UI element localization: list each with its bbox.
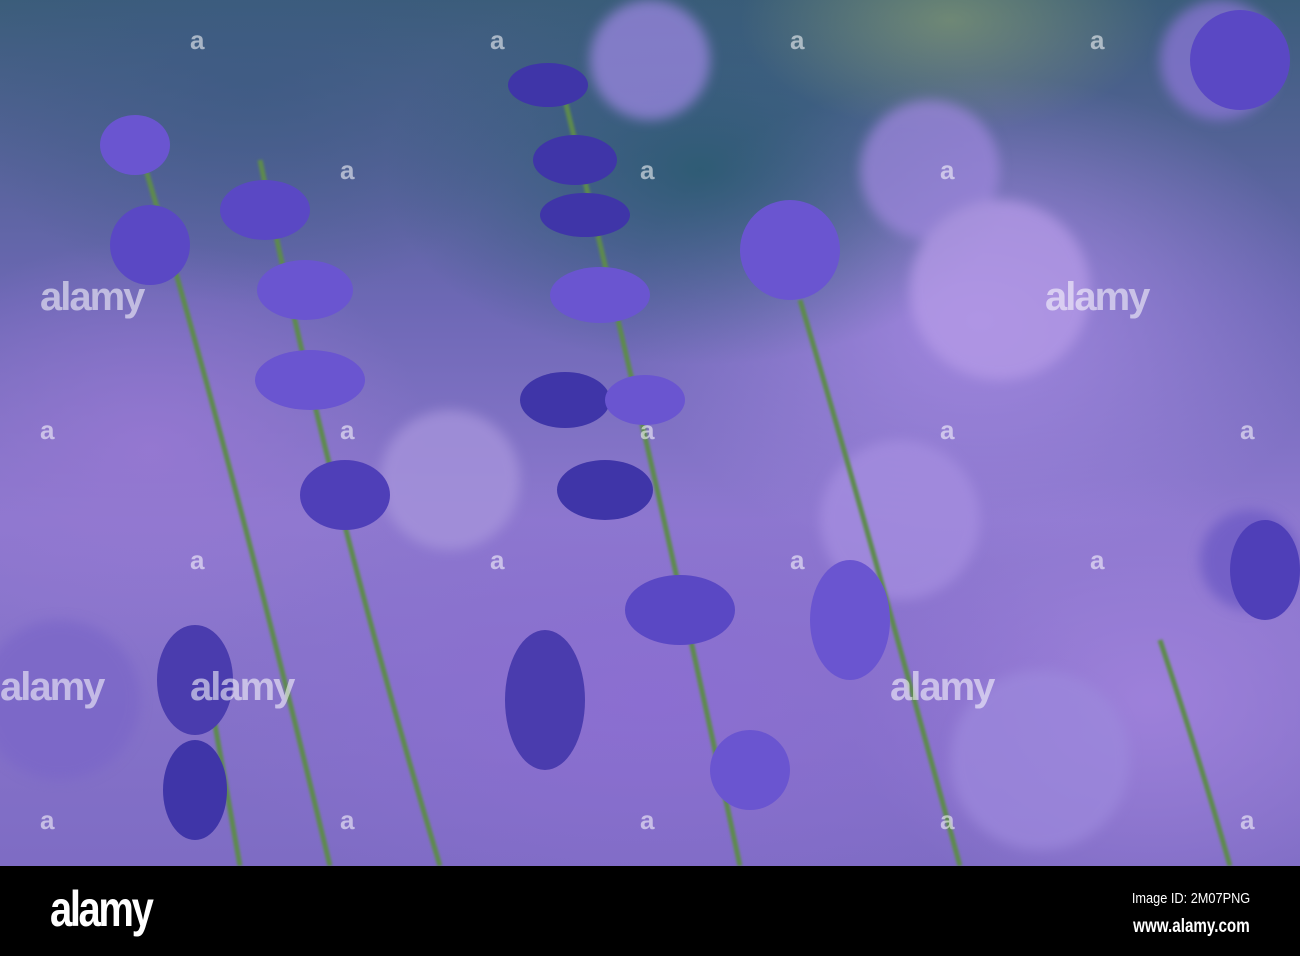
- footer-bar: alamy Image ID: 2M07PNG www.alamy.com: [0, 866, 1300, 956]
- watermark: a: [790, 25, 805, 55]
- watermark: alamy: [890, 665, 995, 709]
- watermark: a: [1240, 415, 1255, 445]
- lavender-photo: alamy alamy alamy alamy alamy a a a a a …: [0, 0, 1300, 866]
- watermark: a: [40, 805, 55, 835]
- watermark: a: [340, 805, 355, 835]
- watermark: a: [340, 155, 355, 185]
- watermark: a: [940, 805, 955, 835]
- watermark: a: [490, 545, 505, 575]
- watermark: a: [1090, 545, 1105, 575]
- watermark: a: [40, 415, 55, 445]
- watermark: alamy: [40, 275, 145, 319]
- flower-spikes: [100, 10, 1300, 840]
- stock-photo-page: alamy alamy alamy alamy alamy a a a a a …: [0, 0, 1300, 956]
- watermark: a: [190, 25, 205, 55]
- watermark: alamy: [0, 665, 105, 709]
- alamy-logo: alamy: [50, 881, 154, 937]
- watermark: a: [940, 415, 955, 445]
- website-url: www.alamy.com: [1133, 916, 1250, 937]
- watermark: a: [490, 25, 505, 55]
- watermark: alamy: [190, 665, 295, 709]
- watermark: a: [940, 155, 955, 185]
- watermark: a: [190, 545, 205, 575]
- watermark: a: [640, 155, 655, 185]
- image-id: Image ID: 2M07PNG: [1131, 890, 1250, 907]
- watermark: a: [1090, 25, 1105, 55]
- watermark: a: [340, 415, 355, 445]
- watermark: a: [1240, 805, 1255, 835]
- watermark: a: [640, 415, 655, 445]
- watermark: a: [790, 545, 805, 575]
- watermark: a: [640, 805, 655, 835]
- watermark: alamy: [1045, 275, 1150, 319]
